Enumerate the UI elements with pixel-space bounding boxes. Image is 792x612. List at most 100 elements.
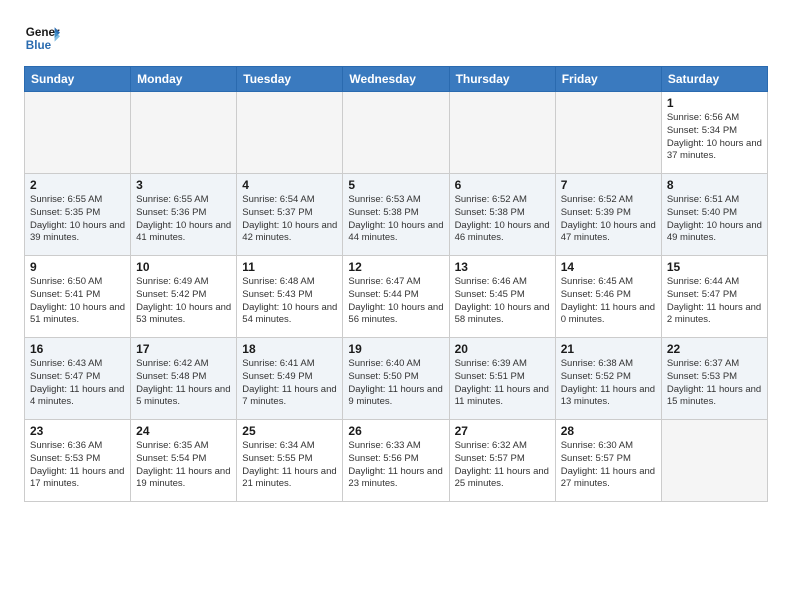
weekday-sunday: Sunday [25, 67, 131, 92]
week-row-1: 1 Sunrise: 6:56 AM Sunset: 5:34 PM Daylig… [25, 92, 768, 174]
day-info: Sunrise: 6:49 AM Sunset: 5:42 PM Dayligh… [136, 276, 231, 327]
calendar-cell: 13Sunrise: 6:46 AM Sunset: 5:45 PM Dayli… [449, 256, 555, 338]
day-info: Sunrise: 6:51 AM Sunset: 5:40 PM Dayligh… [667, 194, 762, 245]
day-info: Sunrise: 6:54 AM Sunset: 5:37 PM Dayligh… [242, 194, 337, 245]
day-number: 8 [667, 178, 762, 192]
calendar-cell: 25 Sunrise: 6:34 AM Sunset: 5:55 PM Dayli… [237, 420, 343, 502]
day-number: 19 [348, 342, 443, 356]
day-number: 26 [348, 424, 443, 438]
day-number: 1 [667, 96, 762, 110]
calendar-cell: 22Sunrise: 6:37 AM Sunset: 5:53 PM Dayli… [661, 338, 767, 420]
calendar-cell: 16 Sunrise: 6:43 AM Sunset: 5:47 PM Dayli… [25, 338, 131, 420]
calendar-cell [343, 92, 449, 174]
calendar-cell: 11 Sunrise: 6:48 AM Sunset: 5:43 PM Dayli… [237, 256, 343, 338]
calendar-cell [449, 92, 555, 174]
day-info: Sunrise: 6:48 AM Sunset: 5:43 PM Dayligh… [242, 276, 337, 327]
calendar-cell: 21 Sunrise: 6:38 AM Sunset: 5:52 PM Dayli… [555, 338, 661, 420]
day-number: 12 [348, 260, 443, 274]
week-row-4: 16 Sunrise: 6:43 AM Sunset: 5:47 PM Dayli… [25, 338, 768, 420]
day-info: Sunrise: 6:39 AM Sunset: 5:51 PM Dayligh… [455, 358, 550, 409]
calendar-cell: 18 Sunrise: 6:41 AM Sunset: 5:49 PM Dayli… [237, 338, 343, 420]
day-number: 27 [455, 424, 550, 438]
day-number: 7 [561, 178, 656, 192]
day-number: 10 [136, 260, 231, 274]
day-info: Sunrise: 6:55 AM Sunset: 5:35 PM Dayligh… [30, 194, 125, 245]
day-number: 14 [561, 260, 656, 274]
day-number: 16 [30, 342, 125, 356]
logo-icon: General Blue [24, 20, 60, 56]
day-number: 28 [561, 424, 656, 438]
weekday-monday: Monday [131, 67, 237, 92]
weekday-header-row: SundayMondayTuesdayWednesdayThursdayFrid… [25, 67, 768, 92]
day-info: Sunrise: 6:55 AM Sunset: 5:36 PM Dayligh… [136, 194, 231, 245]
day-number: 25 [242, 424, 337, 438]
day-number: 11 [242, 260, 337, 274]
day-number: 9 [30, 260, 125, 274]
header: General Blue [24, 20, 768, 56]
day-info: Sunrise: 6:35 AM Sunset: 5:54 PM Dayligh… [136, 440, 231, 491]
day-info: Sunrise: 6:38 AM Sunset: 5:52 PM Dayligh… [561, 358, 656, 409]
weekday-wednesday: Wednesday [343, 67, 449, 92]
page: General Blue SundayMondayTuesdayWednesda… [0, 0, 792, 612]
calendar-cell: 4 Sunrise: 6:54 AM Sunset: 5:37 PM Daylig… [237, 174, 343, 256]
calendar-cell: 12 Sunrise: 6:47 AM Sunset: 5:44 PM Dayli… [343, 256, 449, 338]
day-number: 5 [348, 178, 443, 192]
calendar-cell: 26 Sunrise: 6:33 AM Sunset: 5:56 PM Dayli… [343, 420, 449, 502]
day-number: 21 [561, 342, 656, 356]
day-info: Sunrise: 6:34 AM Sunset: 5:55 PM Dayligh… [242, 440, 337, 491]
calendar-cell: 15 Sunrise: 6:44 AM Sunset: 5:47 PM Dayli… [661, 256, 767, 338]
week-row-2: 2 Sunrise: 6:55 AM Sunset: 5:35 PM Daylig… [25, 174, 768, 256]
calendar-cell [131, 92, 237, 174]
day-info: Sunrise: 6:50 AM Sunset: 5:41 PM Dayligh… [30, 276, 125, 327]
calendar-cell: 7 Sunrise: 6:52 AM Sunset: 5:39 PM Daylig… [555, 174, 661, 256]
day-info: Sunrise: 6:46 AM Sunset: 5:45 PM Dayligh… [455, 276, 550, 327]
day-info: Sunrise: 6:41 AM Sunset: 5:49 PM Dayligh… [242, 358, 337, 409]
day-info: Sunrise: 6:52 AM Sunset: 5:38 PM Dayligh… [455, 194, 550, 245]
calendar-cell [237, 92, 343, 174]
day-info: Sunrise: 6:56 AM Sunset: 5:34 PM Dayligh… [667, 112, 762, 163]
day-info: Sunrise: 6:53 AM Sunset: 5:38 PM Dayligh… [348, 194, 443, 245]
calendar-cell: 5 Sunrise: 6:53 AM Sunset: 5:38 PM Daylig… [343, 174, 449, 256]
day-info: Sunrise: 6:47 AM Sunset: 5:44 PM Dayligh… [348, 276, 443, 327]
calendar-cell [555, 92, 661, 174]
day-info: Sunrise: 6:40 AM Sunset: 5:50 PM Dayligh… [348, 358, 443, 409]
day-number: 2 [30, 178, 125, 192]
day-number: 23 [30, 424, 125, 438]
calendar-cell: 28 Sunrise: 6:30 AM Sunset: 5:57 PM Dayli… [555, 420, 661, 502]
day-number: 20 [455, 342, 550, 356]
calendar-cell: 23Sunrise: 6:36 AM Sunset: 5:53 PM Dayli… [25, 420, 131, 502]
day-number: 3 [136, 178, 231, 192]
day-number: 22 [667, 342, 762, 356]
day-info: Sunrise: 6:45 AM Sunset: 5:46 PM Dayligh… [561, 276, 656, 327]
calendar-cell [25, 92, 131, 174]
calendar-cell: 6 Sunrise: 6:52 AM Sunset: 5:38 PM Daylig… [449, 174, 555, 256]
weekday-saturday: Saturday [661, 67, 767, 92]
day-info: Sunrise: 6:42 AM Sunset: 5:48 PM Dayligh… [136, 358, 231, 409]
day-info: Sunrise: 6:32 AM Sunset: 5:57 PM Dayligh… [455, 440, 550, 491]
day-number: 18 [242, 342, 337, 356]
day-number: 4 [242, 178, 337, 192]
calendar-cell: 27 Sunrise: 6:32 AM Sunset: 5:57 PM Dayli… [449, 420, 555, 502]
calendar-cell: 8 Sunrise: 6:51 AM Sunset: 5:40 PM Daylig… [661, 174, 767, 256]
day-info: Sunrise: 6:44 AM Sunset: 5:47 PM Dayligh… [667, 276, 762, 327]
day-info: Sunrise: 6:33 AM Sunset: 5:56 PM Dayligh… [348, 440, 443, 491]
weekday-tuesday: Tuesday [237, 67, 343, 92]
calendar-cell: 24Sunrise: 6:35 AM Sunset: 5:54 PM Dayli… [131, 420, 237, 502]
day-number: 17 [136, 342, 231, 356]
logo: General Blue [24, 20, 60, 56]
day-number: 15 [667, 260, 762, 274]
calendar-cell: 20 Sunrise: 6:39 AM Sunset: 5:51 PM Dayli… [449, 338, 555, 420]
day-number: 6 [455, 178, 550, 192]
day-info: Sunrise: 6:43 AM Sunset: 5:47 PM Dayligh… [30, 358, 125, 409]
calendar-cell: 2 Sunrise: 6:55 AM Sunset: 5:35 PM Daylig… [25, 174, 131, 256]
weekday-thursday: Thursday [449, 67, 555, 92]
week-row-3: 9 Sunrise: 6:50 AM Sunset: 5:41 PM Daylig… [25, 256, 768, 338]
day-info: Sunrise: 6:30 AM Sunset: 5:57 PM Dayligh… [561, 440, 656, 491]
calendar-cell: 19 Sunrise: 6:40 AM Sunset: 5:50 PM Dayli… [343, 338, 449, 420]
calendar-cell: 1 Sunrise: 6:56 AM Sunset: 5:34 PM Daylig… [661, 92, 767, 174]
day-info: Sunrise: 6:52 AM Sunset: 5:39 PM Dayligh… [561, 194, 656, 245]
calendar-cell: 10 Sunrise: 6:49 AM Sunset: 5:42 PM Dayli… [131, 256, 237, 338]
calendar-cell: 14 Sunrise: 6:45 AM Sunset: 5:46 PM Dayli… [555, 256, 661, 338]
calendar-cell: 9 Sunrise: 6:50 AM Sunset: 5:41 PM Daylig… [25, 256, 131, 338]
week-row-5: 23Sunrise: 6:36 AM Sunset: 5:53 PM Dayli… [25, 420, 768, 502]
